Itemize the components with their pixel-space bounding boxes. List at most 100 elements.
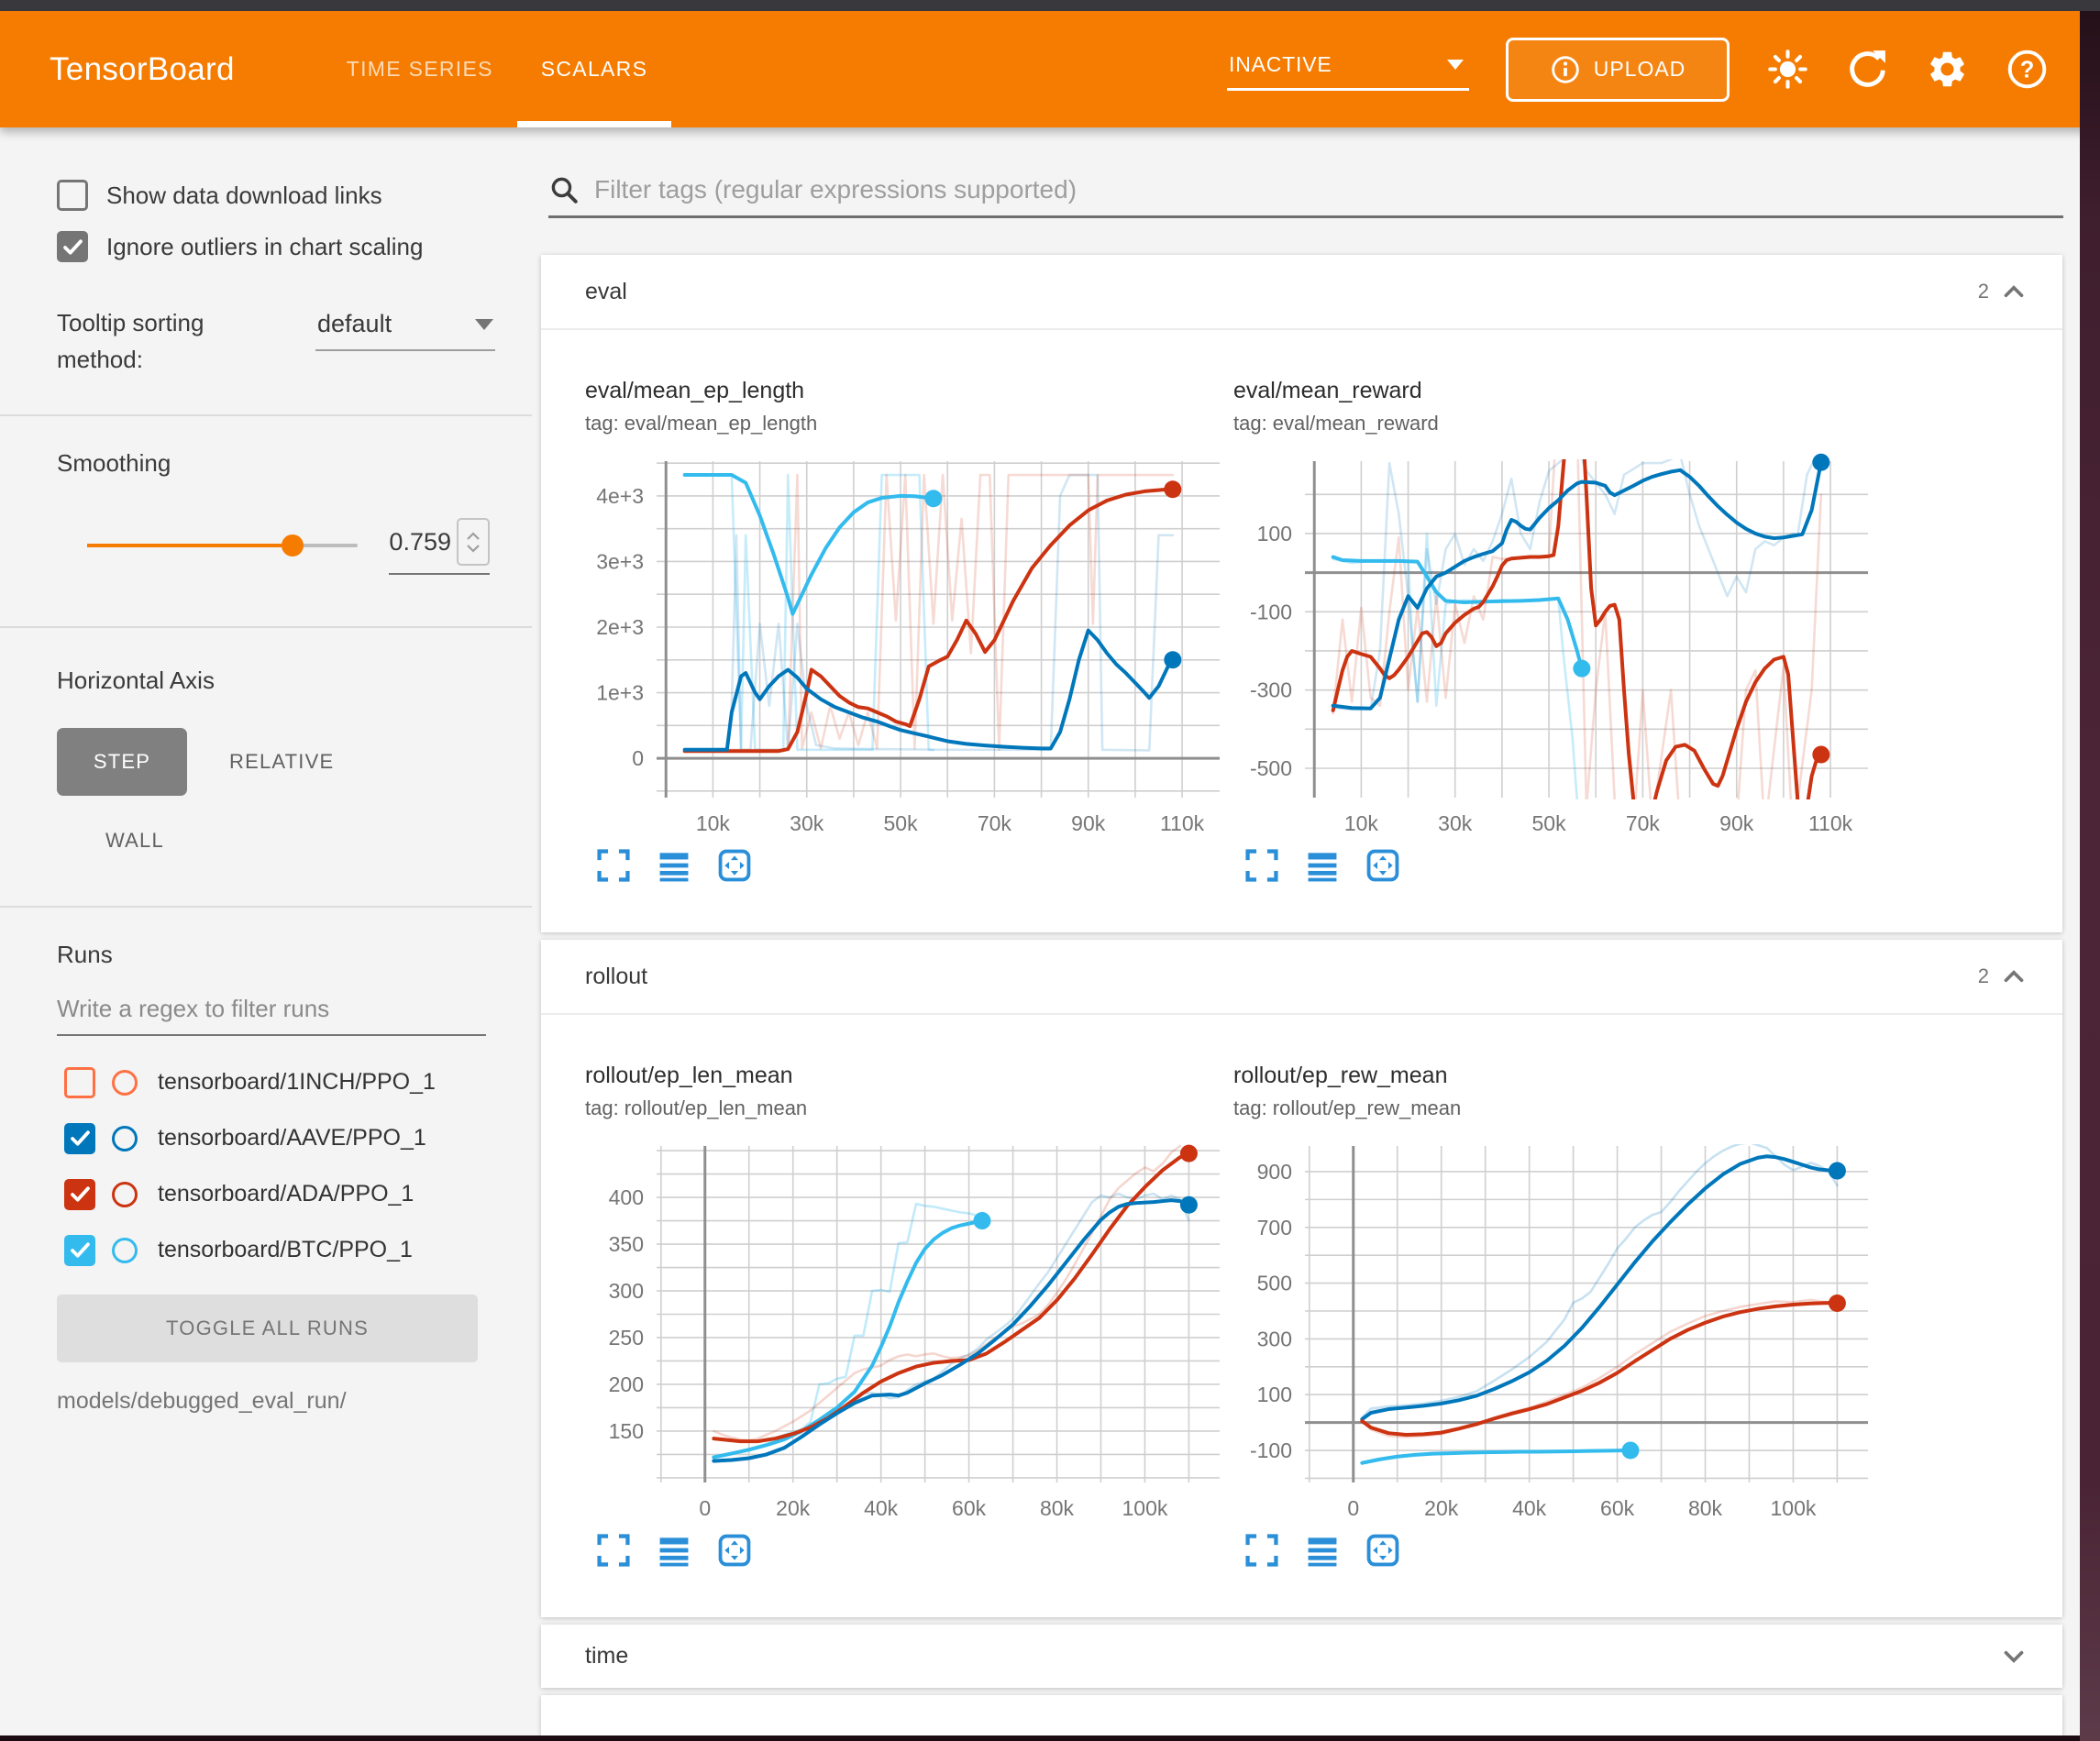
run-color-circle[interactable] (112, 1070, 138, 1096)
show-download-links-row[interactable]: Show data download links (57, 180, 532, 211)
chart-plot[interactable]: 020k40k60k80k100k150200250300350400 (585, 1131, 1227, 1520)
data-table-icon[interactable] (1305, 848, 1340, 883)
svg-text:30k: 30k (1438, 811, 1473, 835)
data-table-icon[interactable] (657, 1533, 691, 1568)
window-bottom-strip (0, 1735, 2100, 1741)
chart-rollout-ep-rew-mean: rollout/ep_rew_meantag: rollout/ep_rew_m… (1233, 1015, 1875, 1568)
svg-text:100k: 100k (1122, 1496, 1168, 1520)
smoothing-stepper[interactable] (457, 518, 490, 566)
series-smoothed (713, 1153, 1188, 1441)
charts-row: eval/mean_ep_lengthtag: eval/mean_ep_len… (541, 330, 2062, 932)
tab-scalars[interactable]: SCALARS (517, 11, 671, 127)
tab-bar: TIME SERIES SCALARS (323, 11, 671, 127)
fit-domain-icon[interactable] (717, 1533, 752, 1568)
window-top-strip (0, 0, 2100, 11)
settings-icon[interactable] (1926, 48, 1969, 91)
smoothing-slider[interactable] (87, 544, 358, 547)
show-download-links-checkbox[interactable] (57, 180, 88, 211)
series-end-dot (1621, 1442, 1639, 1460)
data-table-icon[interactable] (657, 848, 691, 883)
chart-tag: tag: rollout/ep_len_mean (585, 1096, 1227, 1120)
svg-text:700: 700 (1257, 1216, 1292, 1240)
ignore-outliers-checkbox[interactable] (57, 231, 88, 262)
svg-text:200: 200 (609, 1372, 644, 1396)
refresh-icon[interactable] (1846, 48, 1889, 91)
fullscreen-icon[interactable] (1244, 848, 1279, 883)
section-eval-header[interactable]: eval 2 (541, 255, 2062, 330)
fullscreen-icon[interactable] (1244, 1533, 1279, 1568)
chart-plot[interactable]: 10k30k50k70k90k110k100-100-300-500 (1233, 446, 1875, 835)
status-dropdown[interactable]: INACTIVE (1227, 49, 1469, 91)
chart-plot[interactable]: 020k40k60k80k100k-100100300500700900 (1233, 1131, 1875, 1520)
svg-text:0: 0 (1347, 1496, 1359, 1520)
help-icon[interactable]: ? (2006, 48, 2049, 91)
run-checkbox[interactable] (64, 1235, 95, 1266)
chevron-up-icon[interactable] (1998, 961, 2029, 992)
series-end-dot (1829, 1295, 1846, 1312)
chart-tag: tag: rollout/ep_rew_mean (1233, 1096, 1875, 1120)
run-color-circle[interactable] (112, 1238, 138, 1263)
svg-text:900: 900 (1257, 1160, 1292, 1184)
run-row[interactable]: tensorboard/BTC/PPO_1 (64, 1222, 532, 1278)
fullscreen-icon[interactable] (596, 1533, 631, 1568)
svg-text:40k: 40k (1512, 1496, 1547, 1520)
fit-domain-icon[interactable] (1365, 1533, 1400, 1568)
runs-filter-input[interactable]: Write a regex to filter runs (57, 995, 486, 1036)
page-scrollbar[interactable] (2080, 11, 2100, 1741)
series-end-dot (1829, 1163, 1846, 1180)
fit-domain-icon[interactable] (1365, 848, 1400, 883)
check-icon (68, 1238, 93, 1262)
svg-text:60k: 60k (952, 1496, 987, 1520)
smoothing-value[interactable]: 0.759 (389, 528, 451, 556)
section-title: eval (585, 279, 627, 305)
section-next-partial (541, 1695, 2062, 1735)
filter-tags-input[interactable]: Filter tags (regular expressions support… (548, 164, 2063, 218)
section-time: time (541, 1625, 2062, 1688)
section-rollout-header[interactable]: rollout 2 (541, 940, 2062, 1015)
tooltip-sorting-dropdown[interactable]: default (315, 304, 495, 351)
dashboard-cards: eval 2 eval/mean_ep_lengthtag: eval/mean… (532, 255, 2080, 1735)
fit-domain-icon[interactable] (717, 848, 752, 883)
run-checkbox[interactable] (64, 1179, 95, 1210)
axis-option-relative[interactable]: RELATIVE (220, 728, 343, 796)
slider-thumb[interactable] (282, 534, 304, 556)
chevron-down-icon[interactable] (1998, 1641, 2029, 1672)
series-end-dot (1180, 1196, 1198, 1214)
series-end-dot (1164, 480, 1181, 498)
svg-text:300: 300 (1257, 1327, 1292, 1350)
run-label: tensorboard/1INCH/PPO_1 (158, 1069, 436, 1096)
run-row[interactable]: tensorboard/AAVE/PPO_1 (64, 1110, 532, 1166)
tensorboard-app: TensorBoard TIME SERIES SCALARS INACTIVE (0, 0, 2100, 1741)
brightness-icon[interactable] (1766, 48, 1809, 91)
axis-option-wall[interactable]: WALL (96, 807, 173, 875)
runs-list: tensorboard/1INCH/PPO_1 tensorboard/AAVE/… (0, 1054, 532, 1278)
tab-label: SCALARS (541, 57, 647, 82)
run-checkbox[interactable] (64, 1123, 95, 1154)
svg-text:110k: 110k (1808, 811, 1853, 835)
svg-text:80k: 80k (1040, 1496, 1075, 1520)
svg-text:0: 0 (699, 1496, 711, 1520)
chart-eval-mean-reward: eval/mean_rewardtag: eval/mean_reward10k… (1233, 330, 1875, 883)
section-time-header[interactable]: time (541, 1625, 2062, 1688)
fullscreen-icon[interactable] (596, 848, 631, 883)
data-table-icon[interactable] (1305, 1533, 1340, 1568)
tab-time-series[interactable]: TIME SERIES (323, 11, 517, 127)
ignore-outliers-row[interactable]: Ignore outliers in chart scaling (57, 231, 532, 262)
run-color-circle[interactable] (112, 1126, 138, 1151)
svg-text:100: 100 (1257, 522, 1292, 545)
upload-button[interactable]: UPLOAD (1506, 38, 1730, 102)
tab-label: TIME SERIES (347, 57, 493, 82)
series-raw (685, 475, 1173, 750)
chart-tag: tag: eval/mean_ep_length (585, 412, 1227, 435)
series-raw (1333, 446, 1821, 835)
chart-plot[interactable]: 10k30k50k70k90k110k01e+32e+33e+34e+3 (585, 446, 1227, 835)
svg-text:3e+3: 3e+3 (596, 549, 644, 573)
run-checkbox[interactable] (64, 1067, 95, 1098)
run-row[interactable]: tensorboard/ADA/PPO_1 (64, 1166, 532, 1222)
run-row[interactable]: tensorboard/1INCH/PPO_1 (64, 1054, 532, 1110)
axis-option-step[interactable]: STEP (57, 728, 187, 796)
toggle-all-runs-button[interactable]: TOGGLE ALL RUNS (57, 1295, 478, 1362)
run-color-circle[interactable] (112, 1182, 138, 1207)
chevron-up-icon[interactable] (1998, 276, 2029, 307)
divider (0, 626, 532, 628)
